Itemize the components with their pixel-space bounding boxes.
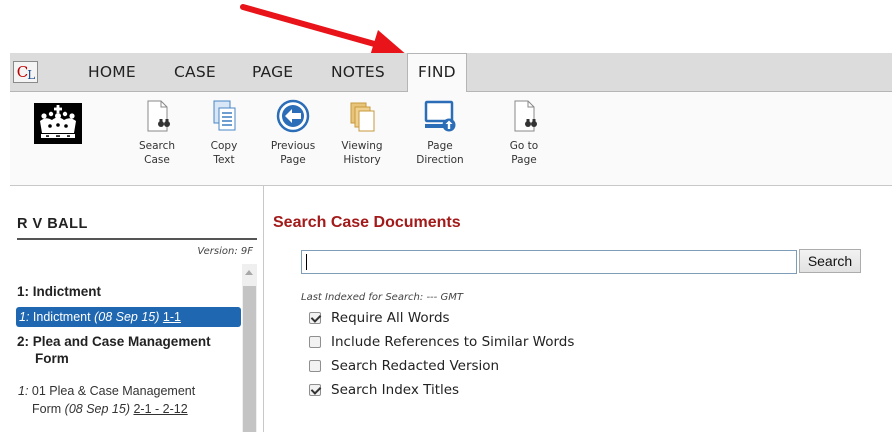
index-item-plea-form[interactable]: 1: 01 Plea & Case Management Form (08 Se… bbox=[18, 382, 195, 418]
item-number: 1: bbox=[18, 384, 29, 398]
divider bbox=[17, 238, 257, 240]
copy-text-label: Copy Text bbox=[210, 140, 238, 166]
item-page-link[interactable]: 1-1 bbox=[163, 310, 181, 324]
viewing-history-icon bbox=[350, 102, 375, 132]
item-date: (08 Sep 15) bbox=[94, 310, 160, 324]
ribbon-toolbar: Search Case Copy Text Previous Page View… bbox=[10, 92, 892, 186]
previous-page-label: Previous Page bbox=[270, 140, 316, 166]
page-direction-icon bbox=[424, 100, 456, 132]
go-to-page-icon bbox=[514, 100, 537, 132]
text-caret bbox=[306, 254, 307, 270]
checkbox[interactable] bbox=[309, 360, 321, 372]
section-indictment[interactable]: 1: Indictment bbox=[17, 284, 101, 299]
search-pane: Search Case Documents Search Last Indexe… bbox=[265, 186, 892, 432]
item-name: Indictment bbox=[32, 310, 91, 324]
previous-page-icon bbox=[276, 99, 310, 133]
item-date: (08 Sep 15) bbox=[64, 402, 130, 416]
option-label: Search Redacted Version bbox=[331, 358, 500, 374]
search-case-button[interactable]: Search Case bbox=[125, 99, 189, 167]
item-name: 01 Plea & Case Management bbox=[31, 384, 196, 398]
search-title: Search Case Documents bbox=[273, 214, 461, 231]
item-page-link[interactable]: 2-1 - 2-12 bbox=[133, 402, 187, 416]
scrollbar-thumb[interactable] bbox=[243, 286, 256, 432]
version-label: Version: 9F bbox=[197, 246, 253, 257]
tab-notes[interactable]: NOTES bbox=[331, 63, 385, 81]
crown-logo-icon bbox=[34, 103, 82, 144]
checkbox[interactable] bbox=[309, 384, 321, 396]
scrollbar[interactable] bbox=[242, 264, 257, 432]
case-index-pane: R V BALL Version: 9F 1: Indictment 1: In… bbox=[10, 186, 264, 432]
app-window: CL HOME CASE PAGE NOTES FIND Search Case… bbox=[10, 53, 892, 432]
tab-bar: CL HOME CASE PAGE NOTES FIND bbox=[10, 53, 892, 92]
page-direction-label: Page Direction bbox=[416, 140, 464, 166]
viewing-history-label: Viewing History bbox=[341, 140, 383, 166]
option-label: Search Index Titles bbox=[331, 382, 460, 398]
section-label: 2: Plea and Case Management bbox=[17, 334, 211, 349]
search-input[interactable] bbox=[301, 250, 797, 274]
copy-text-icon bbox=[213, 100, 236, 131]
search-button[interactable]: Search bbox=[799, 249, 861, 273]
search-case-label: Search Case bbox=[138, 140, 176, 166]
tab-find[interactable]: FIND bbox=[407, 53, 467, 92]
case-title: R V BALL bbox=[17, 216, 88, 232]
tab-home[interactable]: HOME bbox=[88, 63, 136, 81]
previous-page-button[interactable]: Previous Page bbox=[261, 99, 325, 167]
go-to-page-button[interactable]: Go to Page bbox=[492, 99, 556, 167]
search-case-icon bbox=[147, 100, 170, 132]
go-to-page-label: Go to Page bbox=[509, 140, 539, 166]
checkbox[interactable] bbox=[309, 312, 321, 324]
checkbox[interactable] bbox=[309, 336, 321, 348]
item-number: 1: bbox=[19, 310, 30, 324]
tab-page[interactable]: PAGE bbox=[252, 63, 293, 81]
section-plea-case-management[interactable]: 2: Plea and Case Management Form bbox=[17, 334, 211, 366]
option-label: Require All Words bbox=[331, 310, 450, 326]
app-logo[interactable]: CL bbox=[13, 61, 38, 83]
copy-text-button[interactable]: Copy Text bbox=[192, 99, 256, 167]
last-indexed-note: Last Indexed for Search: --- GMT bbox=[301, 292, 463, 303]
index-item-indictment[interactable]: 1: Indictment (08 Sep 15) 1-1 bbox=[16, 307, 241, 327]
page-direction-button[interactable]: Page Direction bbox=[408, 99, 472, 167]
viewing-history-button[interactable]: Viewing History bbox=[330, 99, 394, 167]
section-label-cont: Form bbox=[35, 351, 69, 366]
item-name-cont: Form bbox=[32, 402, 62, 416]
scroll-up-icon[interactable] bbox=[245, 270, 253, 275]
annotation-arrow-icon bbox=[240, 4, 408, 59]
tab-case[interactable]: CASE bbox=[174, 63, 216, 81]
option-label: Include References to Similar Words bbox=[331, 334, 575, 350]
